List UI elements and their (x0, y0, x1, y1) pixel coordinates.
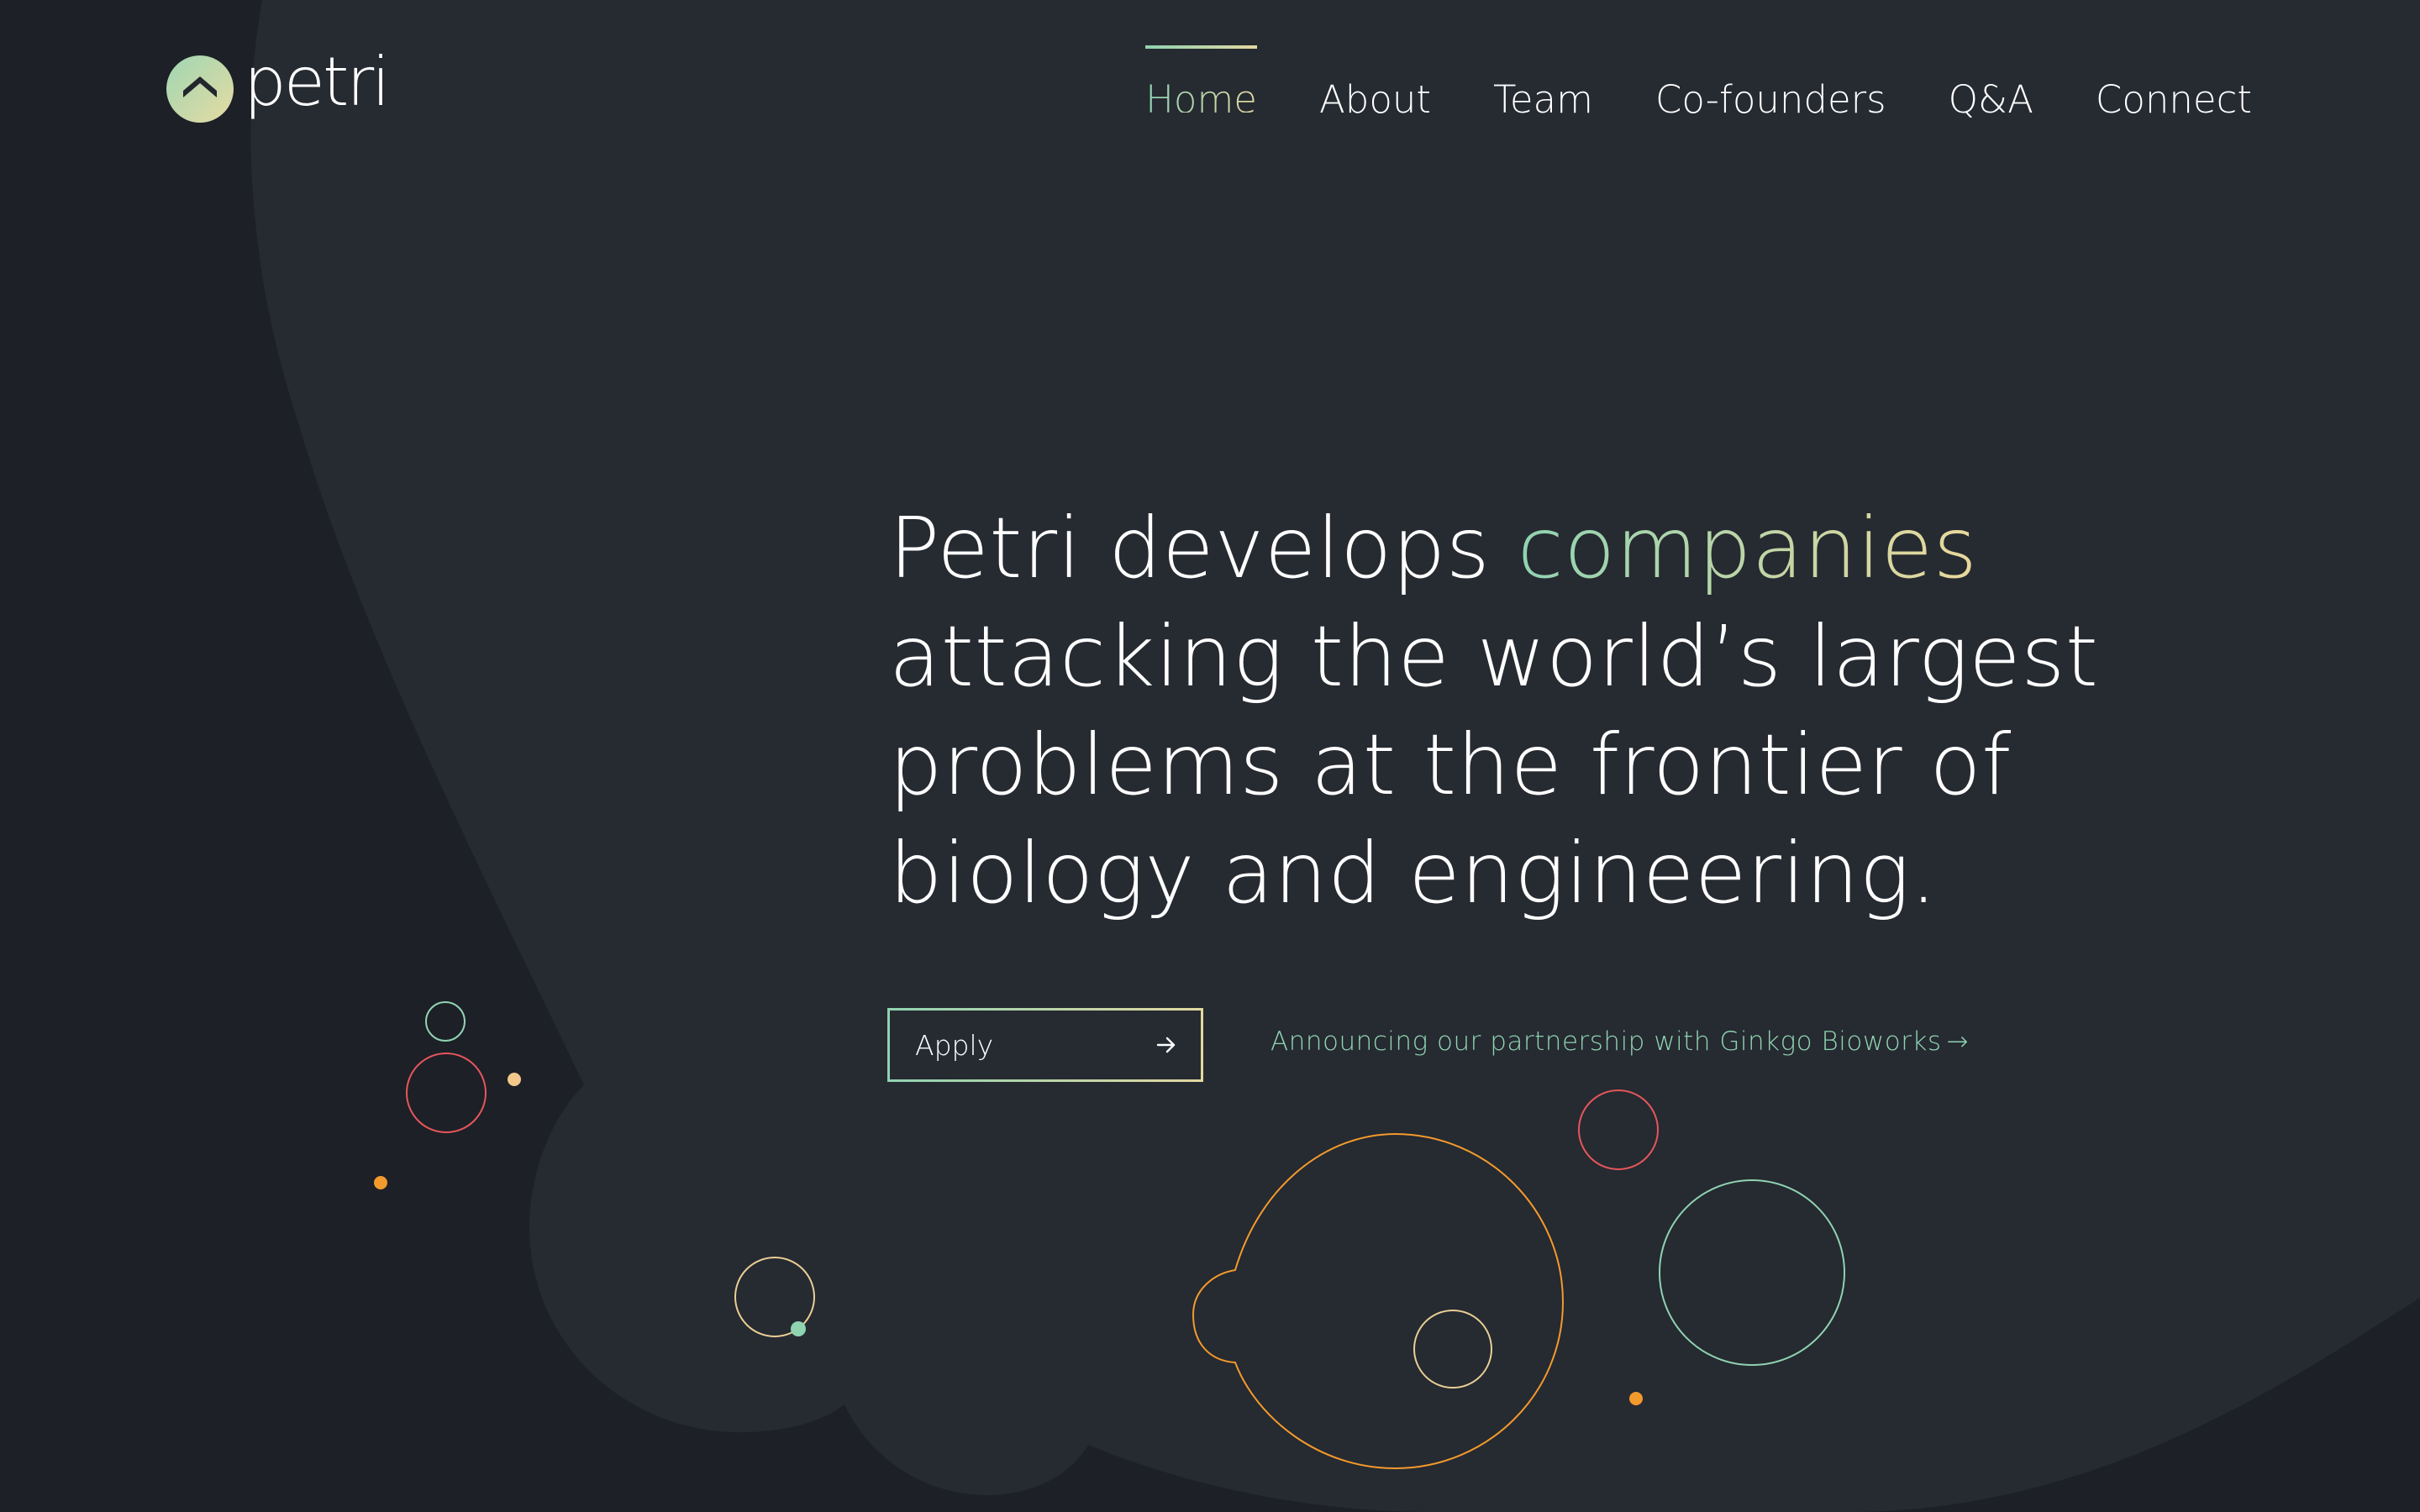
hero-headline-suffix: attacking the world’s largest problems a… (889, 607, 2099, 922)
logo[interactable]: petri (166, 49, 390, 123)
apply-button-label: Apply (915, 1028, 994, 1062)
announcement-arrow-icon: → (1946, 1026, 1970, 1057)
brand-name: petri (244, 43, 390, 121)
nav-item-qa[interactable]: Q&A (1949, 45, 2033, 122)
arrow-right-icon (1156, 1037, 1176, 1053)
hero-headline-prefix: Petri develops (889, 499, 1518, 597)
apply-button[interactable]: Apply (887, 1008, 1203, 1082)
nav-item-co-founders[interactable]: Co-founders (1655, 45, 1886, 122)
petri-dish-chevron-icon (166, 55, 234, 123)
nav-item-home[interactable]: Home (1145, 45, 1257, 122)
announcement-text: Announcing our partnership with Ginkgo B… (1270, 1026, 1942, 1057)
nav-item-about[interactable]: About (1319, 45, 1431, 122)
nav-item-connect[interactable]: Connect (2096, 45, 2252, 122)
hero-headline: Petri develops companies attacking the w… (889, 494, 2250, 927)
main-nav: Home About Team Co-founders Q&A Connect (1145, 45, 2252, 122)
hero-headline-accent: companies (1517, 499, 1978, 597)
announcement-link[interactable]: Announcing our partnership with Ginkgo B… (1270, 1026, 1969, 1057)
nav-item-team[interactable]: Team (1493, 45, 1593, 122)
